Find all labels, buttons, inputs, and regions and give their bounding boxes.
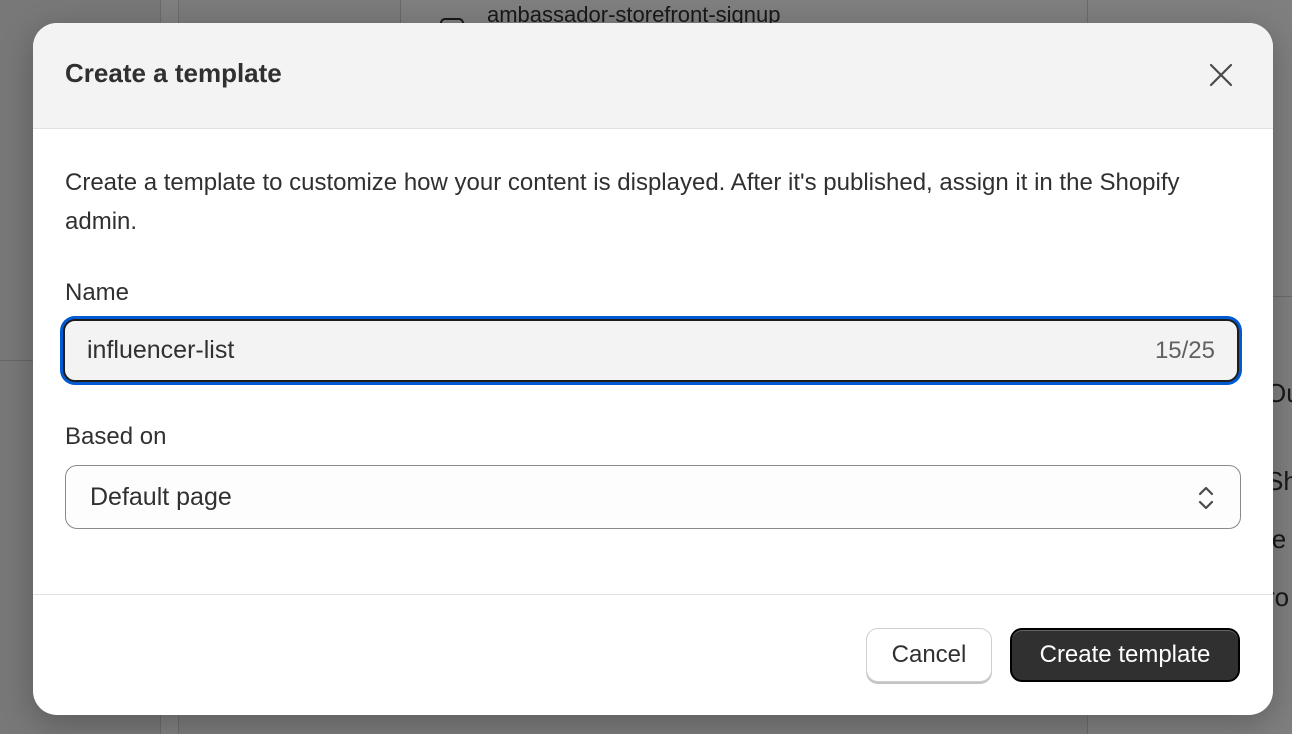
based-on-select[interactable]: Default page (65, 465, 1241, 529)
create-template-button[interactable]: Create template (1010, 628, 1240, 682)
name-input[interactable] (87, 321, 1087, 380)
footer-divider (33, 594, 1273, 595)
character-count: 15/25 (1154, 337, 1215, 364)
chevron-up-down-icon (1198, 486, 1214, 510)
dialog-title: Create a template (65, 58, 282, 88)
dialog-description: Create a template to customize how your … (65, 169, 1180, 235)
name-label: Name (65, 279, 130, 306)
close-button[interactable] (1201, 55, 1241, 95)
dialog-header: Create a template (33, 23, 1273, 129)
name-field[interactable]: 15/25 (63, 319, 1239, 382)
close-icon (1209, 63, 1233, 87)
create-template-dialog: Create a template Create a template to c… (33, 23, 1273, 715)
based-on-selected-value: Default page (90, 483, 232, 511)
based-on-label: Based on (65, 423, 167, 450)
cancel-button[interactable]: Cancel (866, 628, 992, 682)
